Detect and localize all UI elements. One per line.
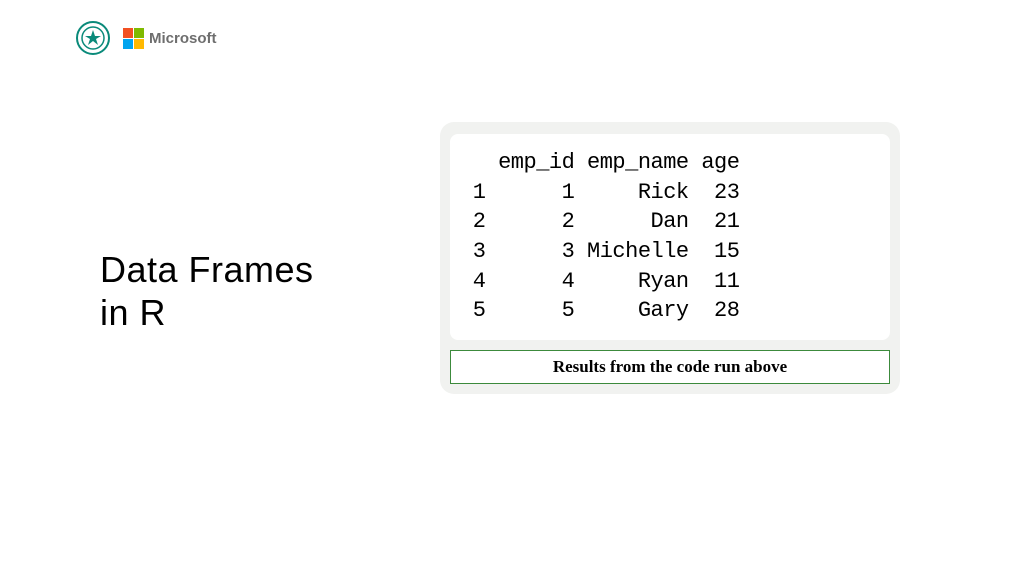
output-caption: Results from the code run above (450, 350, 890, 384)
output-panel: emp_id emp_name age 1 1 Rick 23 2 2 Dan … (440, 122, 900, 394)
microsoft-grid-icon (123, 28, 144, 49)
institution-seal-icon (75, 20, 111, 56)
header-logos: Microsoft (75, 20, 217, 56)
slide-title: Data Frames in R (100, 248, 314, 334)
r-console-output: emp_id emp_name age 1 1 Rick 23 2 2 Dan … (450, 134, 890, 340)
title-line-2: in R (100, 292, 166, 333)
title-line-1: Data Frames (100, 249, 314, 290)
microsoft-logo: Microsoft (123, 28, 217, 49)
microsoft-label: Microsoft (149, 30, 217, 47)
